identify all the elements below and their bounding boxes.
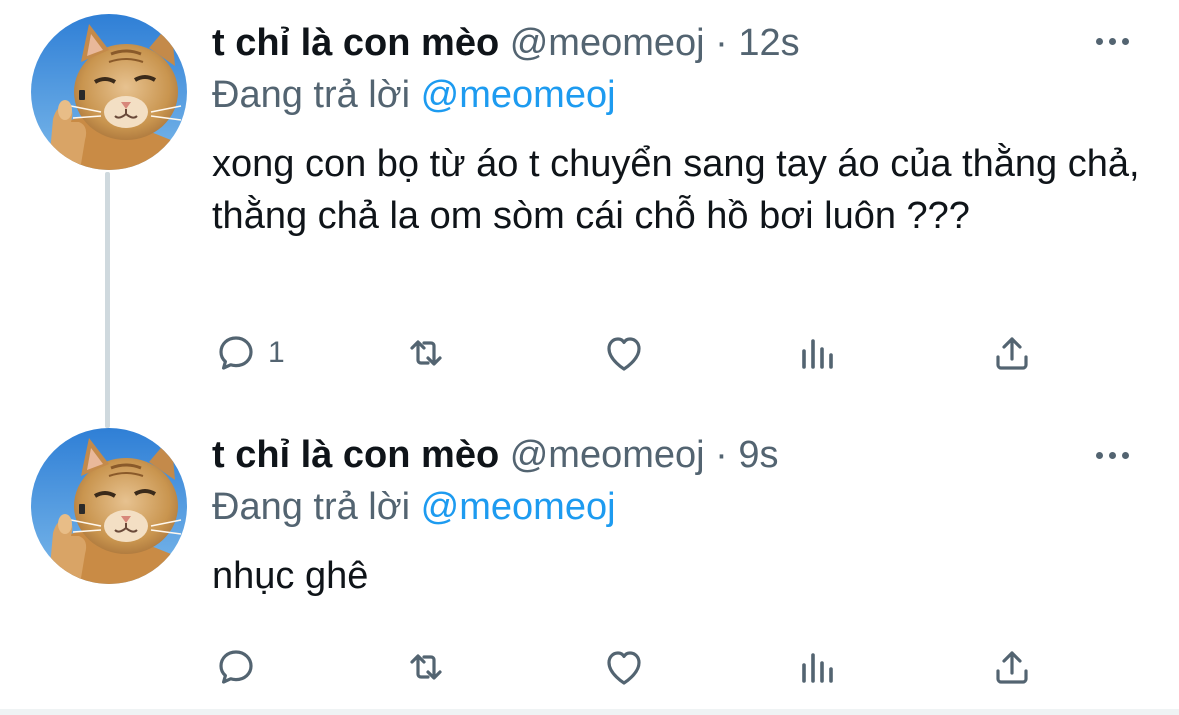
tweet-header: t chỉ là con mèo @meomeoj · 12s — [212, 20, 800, 66]
reply-button[interactable]: 1 — [212, 328, 285, 378]
share-icon — [996, 337, 1028, 370]
retweet-button[interactable] — [402, 328, 450, 378]
timestamp[interactable]: 9s — [738, 434, 778, 476]
more-icon[interactable] — [1096, 38, 1129, 45]
timestamp[interactable]: 12s — [738, 22, 799, 64]
user-handle[interactable]: @meomeoj — [510, 22, 705, 64]
thread-connector-line — [105, 172, 110, 428]
tweet-text: xong con bọ từ áo t chuyển sang tay áo c… — [212, 143, 1140, 237]
avatar[interactable] — [31, 428, 187, 584]
reply-button[interactable] — [212, 642, 268, 692]
mention-link[interactable]: @meomeoj — [421, 74, 616, 116]
tweet-header: t chỉ là con mèo @meomeoj · 9s — [212, 432, 779, 478]
analytics-icon — [802, 653, 833, 683]
tweet-actions: 1 — [212, 328, 1052, 378]
reply-count: 1 — [268, 336, 285, 369]
like-button[interactable] — [600, 328, 648, 378]
retweet-icon — [410, 340, 442, 366]
display-name[interactable]: t chỉ là con mèo — [212, 434, 499, 476]
reply-icon — [219, 336, 253, 370]
like-icon — [607, 337, 641, 371]
analytics-button[interactable] — [794, 642, 842, 692]
separator-dot: · — [715, 22, 728, 64]
replying-to: Đang trả lời @meomeoj — [212, 72, 616, 118]
cat-avatar-image — [31, 428, 187, 584]
share-button[interactable] — [988, 642, 1036, 692]
mention-link[interactable]: @meomeoj — [421, 486, 616, 528]
cat-avatar-image — [31, 14, 187, 170]
share-button[interactable] — [988, 328, 1036, 378]
replying-prefix: Đang trả lời — [212, 486, 411, 528]
replying-prefix: Đang trả lời — [212, 74, 411, 116]
retweet-button[interactable] — [402, 642, 450, 692]
display-name[interactable]: t chỉ là con mèo — [212, 22, 499, 64]
replying-to: Đang trả lời @meomeoj — [212, 484, 616, 530]
analytics-button[interactable] — [794, 328, 842, 378]
analytics-icon — [802, 339, 833, 369]
share-icon — [996, 651, 1028, 684]
tweet-text: nhục ghê — [212, 555, 369, 597]
like-button[interactable] — [600, 642, 648, 692]
like-icon — [607, 651, 641, 685]
retweet-icon — [410, 654, 442, 680]
reply-icon — [219, 650, 253, 684]
avatar[interactable] — [31, 14, 187, 170]
tweet-actions — [212, 642, 1052, 692]
separator-dot: · — [715, 434, 728, 476]
divider — [0, 709, 1179, 715]
user-handle[interactable]: @meomeoj — [510, 434, 705, 476]
more-icon[interactable] — [1096, 452, 1129, 459]
